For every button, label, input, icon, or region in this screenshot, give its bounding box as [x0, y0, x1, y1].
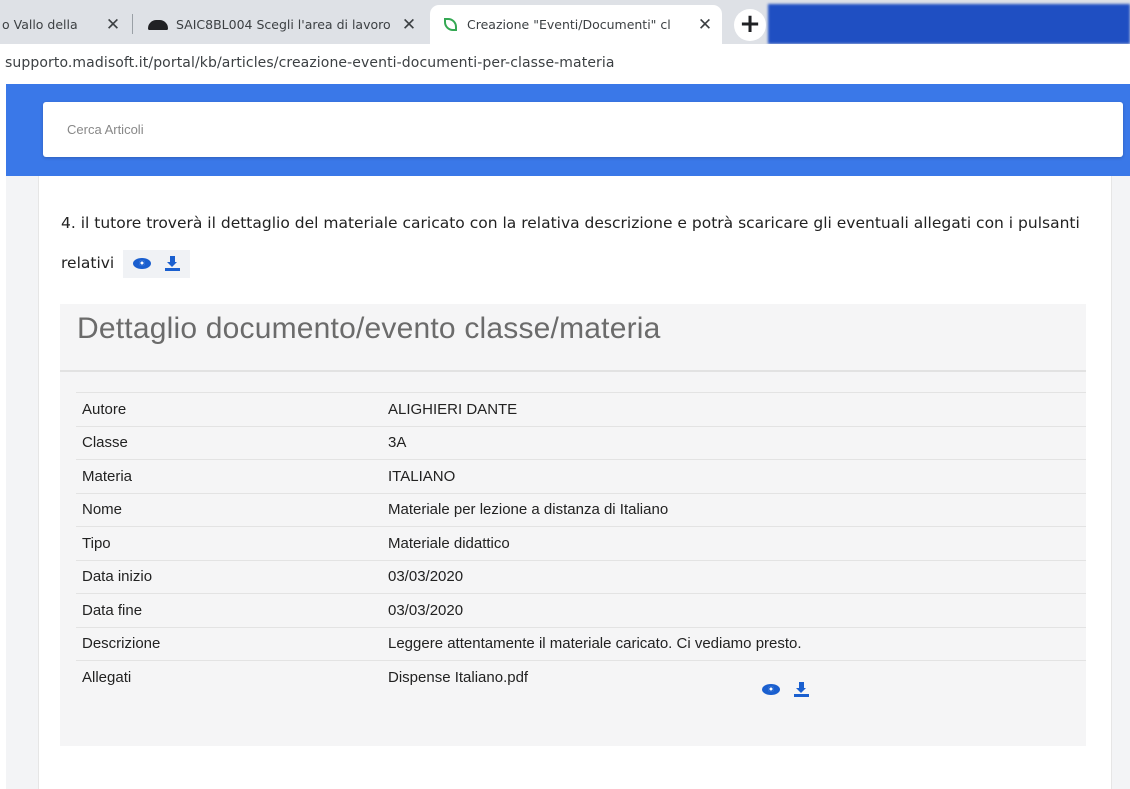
row-value: Materiale per lezione a distanza di Ital…	[382, 492, 1086, 527]
step-text: 4. il tutore troverà il dettaglio del ma…	[61, 214, 1080, 272]
step-paragraph: 4. il tutore troverà il dettaglio del ma…	[61, 203, 1081, 283]
row-value: 03/03/2020	[382, 593, 1086, 627]
row-label: Nome	[76, 492, 382, 527]
close-icon[interactable]: ✕	[696, 15, 714, 35]
row-value: ALIGHIERI DANTE	[382, 392, 1086, 426]
table-row: Nome Materiale per lezione a distanza di…	[76, 492, 1086, 527]
download-icon	[165, 256, 181, 271]
row-label: Data inizio	[76, 559, 382, 594]
url-text[interactable]: supporto.madisoft.it/portal/kb/articles/…	[5, 55, 615, 71]
close-icon[interactable]: ✕	[400, 15, 418, 35]
blurred-window-area	[768, 4, 1130, 44]
eye-icon	[133, 258, 152, 269]
row-label: Descrizione	[76, 626, 382, 661]
tab-title: o Vallo della	[2, 17, 78, 32]
search-input[interactable]	[43, 102, 1123, 157]
table-row: Classe 3A	[76, 425, 1086, 460]
browser-tab[interactable]: o Vallo della ✕	[0, 5, 128, 44]
cloud-icon	[148, 19, 168, 30]
tab-title: Creazione "Eventi/Documenti" cl	[467, 17, 671, 32]
table-row: Descrizione Leggere attentamente il mate…	[76, 626, 1086, 661]
leaf-icon	[444, 18, 457, 31]
row-value: ITALIANO	[382, 459, 1086, 493]
table-row: Materia ITALIANO	[76, 459, 1086, 493]
detail-table: Autore ALIGHIERI DANTE Classe 3A Materia…	[76, 392, 1086, 709]
address-bar[interactable]: supporto.madisoft.it/portal/kb/articles/…	[0, 44, 1130, 84]
table-row: Allegati Dispense Italiano.pdf	[76, 660, 1086, 709]
attachment-actions	[762, 682, 809, 697]
row-label: Data fine	[76, 593, 382, 627]
row-label: Materia	[76, 459, 382, 493]
tab-title: SAIC8BL004 Scegli l'area di lavoro	[176, 17, 391, 32]
table-row: Autore ALIGHIERI DANTE	[76, 392, 1086, 426]
table-row: Data fine 03/03/2020	[76, 593, 1086, 627]
tab-separator	[132, 14, 133, 34]
row-value: 03/03/2020	[382, 559, 1086, 594]
browser-tab-strip: o Vallo della ✕ SAIC8BL004 Scegli l'area…	[0, 0, 1130, 44]
detail-title: Dettaglio documento/evento classe/materi…	[77, 312, 661, 345]
row-label: Allegati	[76, 660, 382, 709]
row-label: Tipo	[76, 526, 382, 560]
close-icon[interactable]: ✕	[104, 15, 122, 35]
row-label: Classe	[76, 425, 382, 460]
row-value: Materiale didattico	[382, 526, 1086, 560]
row-label: Autore	[76, 392, 382, 426]
download-attachment-icon[interactable]	[794, 682, 809, 697]
search-box[interactable]	[43, 102, 1123, 157]
table-row: Data inizio 03/03/2020	[76, 559, 1086, 594]
browser-tab-active[interactable]: Creazione "Eventi/Documenti" cl ✕	[430, 5, 722, 44]
view-attachment-eye-icon[interactable]	[762, 684, 780, 695]
detail-panel: Dettaglio documento/evento classe/materi…	[60, 304, 1086, 746]
browser-tab[interactable]: SAIC8BL004 Scegli l'area di lavoro ✕	[138, 5, 424, 44]
row-value: 3A	[382, 425, 1086, 460]
new-tab-button[interactable]: +	[734, 9, 766, 41]
row-value: Leggere attentamente il materiale carica…	[382, 626, 1086, 661]
divider	[60, 370, 1086, 372]
inline-icon-sample	[123, 249, 191, 278]
attachment-name: Dispense Italiano.pdf	[382, 660, 1086, 709]
table-row: Tipo Materiale didattico	[76, 526, 1086, 560]
